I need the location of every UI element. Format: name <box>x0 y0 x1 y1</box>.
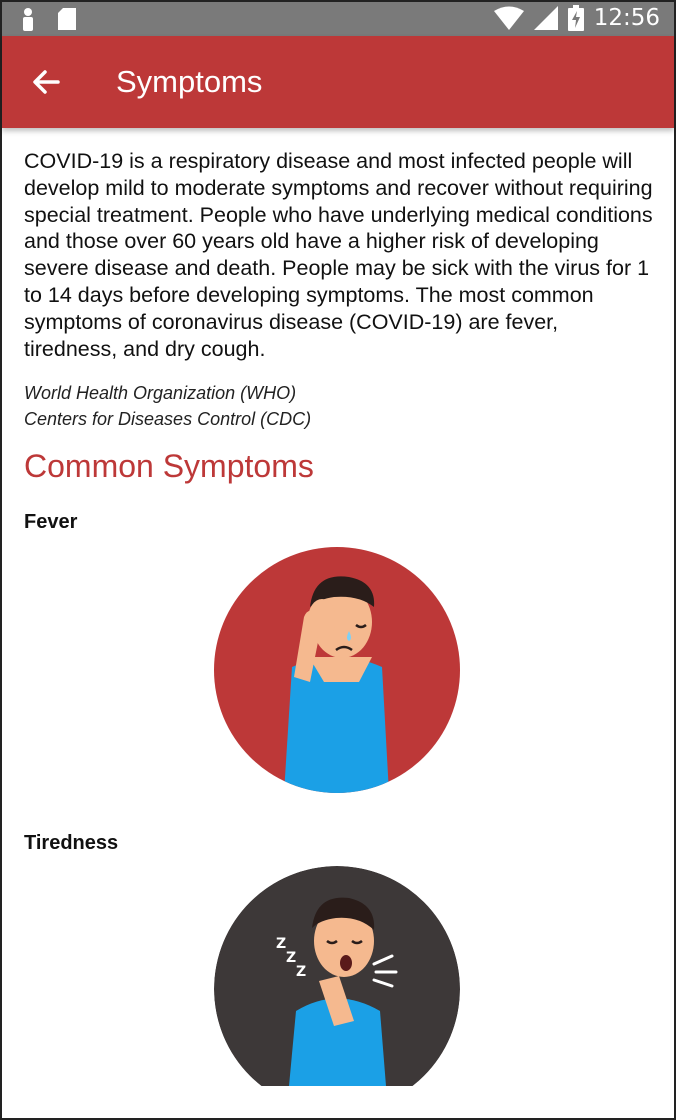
sd-card-icon <box>58 8 76 30</box>
symptom-label-tiredness: Tiredness <box>24 832 119 854</box>
sources: World Health Organization (WHO) Centers … <box>24 380 654 432</box>
content-area: COVID-19 is a respiratory disease and mo… <box>24 148 654 534</box>
symptom-label-fever: Fever <box>24 511 78 534</box>
app-bar: Symptoms <box>2 36 674 128</box>
status-time: 12:56 <box>593 5 660 31</box>
tiredness-illustration: Z Z Z <box>214 866 460 1086</box>
section-title: Common Symptoms <box>24 448 314 485</box>
fever-illustration <box>214 547 460 793</box>
battery-charging-icon <box>567 5 584 31</box>
status-bar: 12:56 <box>2 2 674 36</box>
svg-text:Z: Z <box>286 950 296 966</box>
svg-text:Z: Z <box>276 936 286 952</box>
wifi-icon <box>493 6 524 30</box>
page-title: Symptoms <box>116 64 263 99</box>
person-icon <box>23 8 33 31</box>
source-who: World Health Organization (WHO) <box>24 383 297 404</box>
signal-icon <box>533 6 558 30</box>
arrow-left-icon <box>33 70 60 94</box>
back-button[interactable] <box>28 64 64 100</box>
svg-text:Z: Z <box>296 964 306 980</box>
intro-paragraph: COVID-19 is a respiratory disease and mo… <box>24 149 653 361</box>
source-cdc: Centers for Diseases Control (CDC) <box>24 409 312 430</box>
